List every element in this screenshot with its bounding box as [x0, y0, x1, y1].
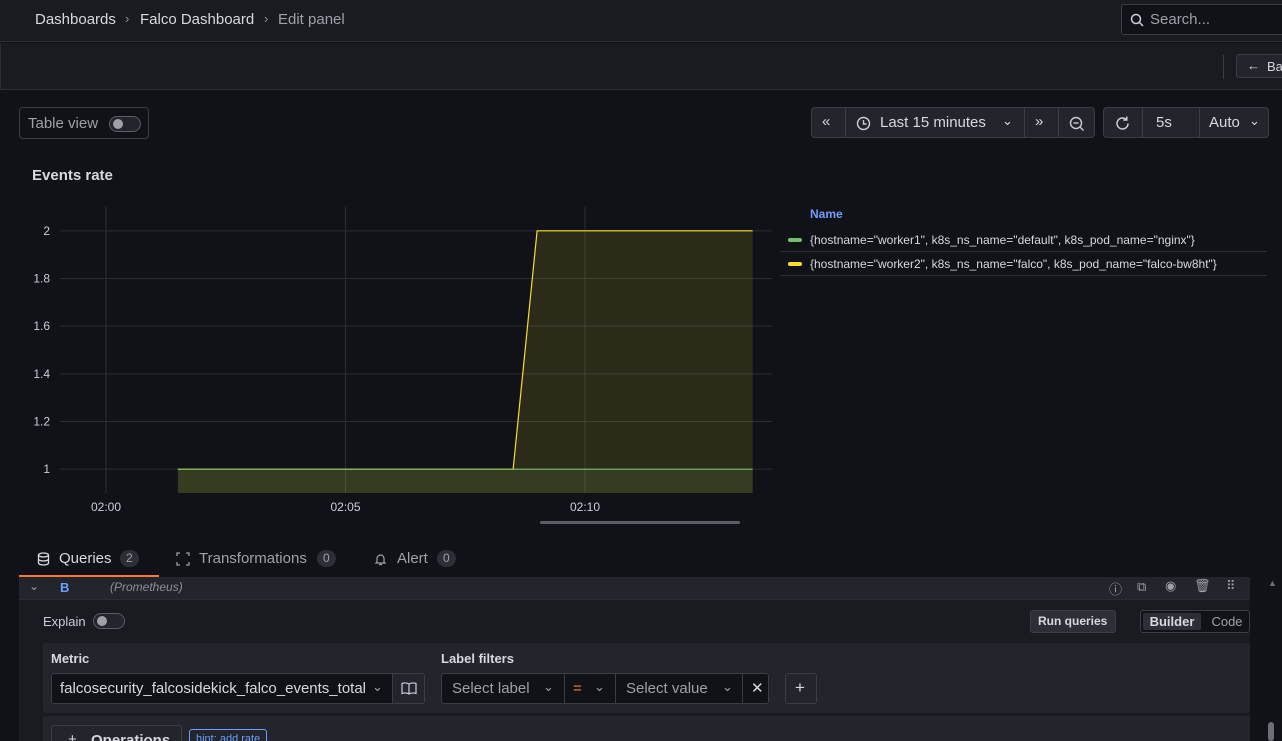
add-operation-button[interactable]: + Operations [51, 725, 182, 741]
search-icon [1130, 13, 1144, 27]
refresh-button[interactable] [1103, 107, 1143, 138]
tab-alert[interactable]: Alert 0 [374, 549, 464, 577]
x-tick-label: 02:10 [570, 500, 600, 514]
duplicate-icon[interactable]: ⧉ [1137, 579, 1146, 595]
chevron-down-icon: ⌄ [722, 679, 733, 694]
hint-add-rate-button[interactable]: hint: add rate [189, 729, 268, 741]
legend-header[interactable]: Name [810, 207, 843, 221]
datasource-name: (Prometheus) [110, 580, 183, 594]
chevrons-right-icon: » [1035, 113, 1044, 130]
eye-icon[interactable]: ◉ [1165, 578, 1176, 594]
y-tick-label: 1.4 [33, 367, 50, 381]
search-input[interactable]: Search... [1121, 4, 1282, 35]
y-tick-label: 1.2 [33, 415, 50, 429]
panel-title: Events rate [32, 167, 113, 184]
clock-icon [856, 116, 871, 131]
drag-handle-icon[interactable]: ⠿ [1226, 578, 1236, 594]
collapse-chevron-icon[interactable]: ⌄ [29, 579, 39, 593]
legend-item[interactable]: {hostname="worker2", k8s_ns_name="falco"… [780, 252, 1267, 276]
chevron-down-icon: ⌄ [594, 679, 605, 694]
x-tick-label: 02:00 [91, 500, 121, 514]
edit-panel-header: ← Ba [0, 43, 1282, 90]
chevron-down-icon: ⌄ [1002, 113, 1013, 128]
time-range-picker[interactable]: Last 15 minutes ⌄ [845, 107, 1025, 138]
y-tick-label: 1 [43, 462, 50, 476]
table-view-label: Table view [28, 115, 99, 132]
search-placeholder: Search... [1150, 11, 1211, 28]
operator-select[interactable]: = ⌄ [564, 673, 616, 704]
label-filters-label: Label filters [441, 651, 514, 666]
arrow-left-icon: ← [1247, 58, 1260, 73]
y-tick-label: 2 [43, 224, 50, 238]
y-tick-label: 1.6 [33, 319, 50, 333]
bell-icon [374, 554, 387, 566]
plus-icon: + [68, 731, 77, 741]
legend-label: {hostname="worker1", k8s_ns_name="defaul… [810, 233, 1195, 247]
chevron-down-icon: ⌄ [1249, 113, 1260, 128]
table-view-toggle[interactable]: Table view [19, 107, 149, 139]
breadcrumb-falco-dashboard[interactable]: Falco Dashboard [140, 11, 254, 28]
tab-count-badge: 0 [437, 550, 456, 567]
x-tick-label: 02:05 [330, 500, 360, 514]
breadcrumb-dashboards[interactable]: Dashboards [35, 11, 116, 28]
tab-count-badge: 0 [317, 550, 336, 567]
time-shift-back-button[interactable]: « [811, 107, 846, 138]
help-icon[interactable]: ⓘ [1109, 579, 1122, 598]
time-shift-forward-button[interactable]: » [1024, 107, 1059, 138]
query-row-header[interactable]: ⌄ B (Prometheus) ⓘ ⧉ ◉ 🗑 ⠿ [19, 577, 1250, 600]
value-select[interactable]: Select value ⌄ [615, 673, 743, 704]
chart-scroll-thumb [540, 521, 740, 524]
refresh-interval-picker[interactable]: Auto ⌄ [1199, 107, 1269, 138]
trash-icon[interactable]: 🗑 [1194, 578, 1211, 594]
table-view-switch[interactable] [109, 116, 141, 132]
builder-mode-button[interactable]: Builder [1143, 613, 1201, 630]
scroll-up-icon[interactable]: ▲ [1268, 578, 1277, 588]
back-to-dashboard-button[interactable]: ← Ba [1236, 54, 1282, 78]
scrollbar-thumb[interactable] [1268, 722, 1274, 741]
breadcrumb-separator-icon: › [125, 11, 130, 26]
series-area-2 [177, 230, 753, 494]
explain-switch[interactable] [93, 613, 125, 629]
plus-icon: + [795, 678, 805, 697]
breadcrumb-separator-icon: › [264, 11, 269, 26]
code-mode-button[interactable]: Code [1205, 613, 1249, 630]
add-filter-button[interactable]: + [785, 673, 817, 704]
zoom-out-button[interactable] [1058, 107, 1095, 138]
legend-swatch-worker1 [788, 238, 802, 242]
close-icon: ✕ [751, 680, 764, 697]
chevron-down-icon: ⌄ [543, 679, 554, 694]
zoom-out-icon [1069, 116, 1084, 131]
y-tick-label: 1.8 [33, 272, 50, 286]
metric-label: Metric [51, 651, 90, 666]
top-navbar: Dashboards › Falco Dashboard › Edit pane… [0, 0, 1282, 42]
refresh-interval-value[interactable]: 5s [1142, 107, 1200, 138]
timeseries-chart[interactable]: 1 1.2 1.4 1.6 1.8 2 02:00 02:05 02:10 [0, 195, 780, 530]
transform-icon [176, 552, 190, 566]
metric-select[interactable]: falcosecurity_falcosidekick_falco_events… [51, 673, 393, 704]
label-select[interactable]: Select label ⌄ [441, 673, 565, 704]
legend-swatch-worker2 [788, 262, 802, 266]
explain-label: Explain [43, 614, 86, 629]
editor-mode-toggle[interactable]: Builder Code [1140, 610, 1250, 633]
legend-item[interactable]: {hostname="worker1", k8s_ns_name="defaul… [780, 228, 1267, 252]
query-ref-id[interactable]: B [60, 580, 69, 595]
book-open-icon [401, 682, 417, 695]
metrics-explorer-button[interactable] [392, 673, 425, 704]
run-queries-button[interactable]: Run queries [1030, 610, 1116, 633]
refresh-icon [1116, 116, 1129, 130]
legend-label: {hostname="worker2", k8s_ns_name="falco"… [810, 257, 1217, 271]
chevrons-left-icon: « [822, 113, 831, 130]
tab-transformations[interactable]: Transformations 0 [176, 549, 346, 577]
time-range-label: Last 15 minutes [880, 114, 986, 131]
scrollbar[interactable]: ▲ [1266, 578, 1278, 741]
breadcrumb-edit-panel: Edit panel [278, 11, 345, 28]
chevron-down-icon: ⌄ [372, 679, 383, 694]
database-icon [37, 552, 50, 566]
tab-queries[interactable]: Queries 2 [35, 549, 155, 577]
tab-count-badge: 2 [120, 550, 139, 567]
operations-section: + Operations hint: add rate [43, 716, 1250, 741]
remove-filter-button[interactable]: ✕ [742, 673, 769, 704]
divider [1223, 55, 1224, 79]
